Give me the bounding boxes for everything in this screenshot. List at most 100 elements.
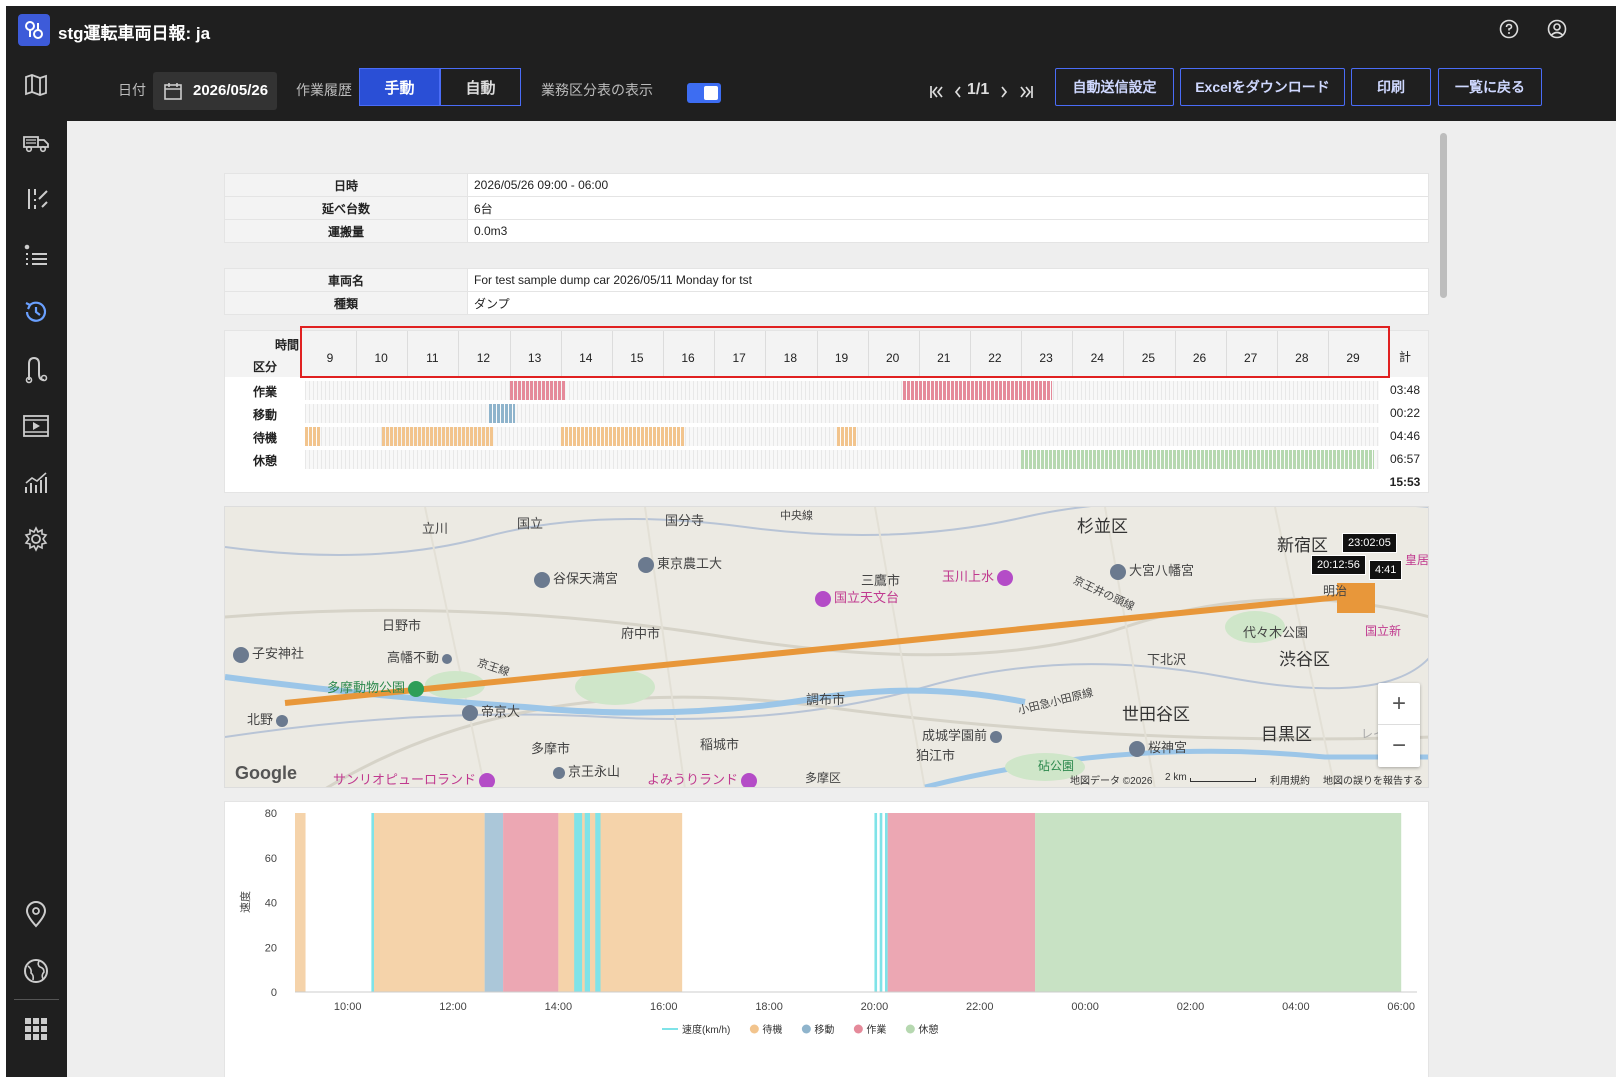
table-row: 日時 2026/05/26 09:00 - 06:00 <box>224 173 1429 197</box>
poi-icon <box>276 714 289 727</box>
x-tick-label: 02:00 <box>1177 1001 1205 1013</box>
x-tick-label: 16:00 <box>650 1001 678 1013</box>
map-label: 稲城市 <box>700 737 740 752</box>
back-to-list-button[interactable]: 一覧に戻る <box>1438 68 1542 106</box>
calendar-icon <box>164 83 182 100</box>
map-poi: 多摩動物公園 <box>327 677 427 697</box>
poi-label: 子安神社 <box>252 646 305 661</box>
timeline-row-label: 休憩 <box>253 454 278 468</box>
poi-icon <box>741 772 758 787</box>
table-row: 車両名 For test sample dump car 2026/05/11 M… <box>224 268 1429 292</box>
map-poi: 国立天文台 <box>815 587 899 607</box>
timeline-grand-total: 15:53 <box>1389 475 1421 489</box>
video-icon[interactable] <box>20 410 52 442</box>
map-label: 国立新 <box>1365 624 1402 638</box>
speed-spike <box>884 813 888 992</box>
timeline-row-label: 移動 <box>253 408 278 422</box>
map-poi: 成城学園前 <box>922 725 1005 744</box>
history-icon[interactable] <box>20 296 52 328</box>
poi-label: 玉川上水 <box>942 569 995 584</box>
poi-label: 成城学園前 <box>922 728 988 743</box>
user-account-icon[interactable] <box>1546 18 1568 40</box>
y-tick-label: 60 <box>265 853 277 865</box>
y-tick-label: 80 <box>265 808 277 820</box>
mode-manual-button[interactable]: 手動 <box>359 68 440 106</box>
date-label: 日付 <box>118 82 146 98</box>
map-label: 代々木公園 <box>1243 625 1309 640</box>
route-icon[interactable] <box>20 353 52 385</box>
poi-icon <box>479 772 496 787</box>
timeline-span <box>509 381 566 400</box>
map-icon[interactable] <box>20 69 52 101</box>
vehicle-key: 車両名 <box>224 268 468 292</box>
sort-icon[interactable] <box>20 183 52 215</box>
map-poi: 北野 <box>247 709 291 728</box>
legend-dot-marker <box>749 1024 759 1034</box>
map-time-tooltip: 4:41 <box>1369 560 1403 580</box>
vehicle-table: 車両名 For test sample dump car 2026/05/11 M… <box>224 268 1429 315</box>
category-display-label: 業務区分表の表示 <box>541 82 653 98</box>
legend-dot-marker <box>905 1024 915 1034</box>
prev-page-icon[interactable] <box>953 85 963 99</box>
last-page-icon[interactable] <box>1018 85 1034 99</box>
poi-icon <box>1110 563 1126 580</box>
help-icon[interactable] <box>1498 18 1520 40</box>
x-tick-label: 06:00 <box>1387 1001 1415 1013</box>
timeline-row-track <box>305 404 1380 423</box>
timeline-span <box>903 381 1052 400</box>
map-label: 日野市 <box>382 618 422 633</box>
timeline-row-label: 作業 <box>253 385 278 399</box>
toggle-knob <box>704 86 718 100</box>
scrollbar-thumb[interactable] <box>1440 133 1447 298</box>
date-picker[interactable]: 2026/05/26 <box>153 72 277 110</box>
apps-grid-icon[interactable] <box>20 1013 52 1045</box>
print-button[interactable]: 印刷 <box>1351 68 1431 106</box>
globe-icon[interactable] <box>20 955 52 987</box>
map-terms-link[interactable]: 利用規約 <box>1270 772 1310 787</box>
mode-auto-button[interactable]: 自動 <box>440 68 521 106</box>
analytics-icon[interactable] <box>20 467 52 499</box>
app-window: stg運転車両日報: ja 日付 2026/05/26 作業履歴 手動 自動 業… <box>6 6 1616 1077</box>
excel-download-button[interactable]: Excelをダウンロード <box>1180 68 1345 106</box>
location-pin-icon[interactable] <box>20 898 52 930</box>
poi-label: 帝京大 <box>481 704 521 719</box>
title-bar: stg運転車両日報: ja <box>6 6 1616 53</box>
x-tick-label: 04:00 <box>1282 1001 1310 1013</box>
map-scale-label: 2 km <box>1165 772 1187 783</box>
speed-chart: 0 20 40 60 80 速度 10:00 12:00 14:00 16:00 18:00 20:0… <box>224 801 1429 1077</box>
map-time-tooltip: 20:12:56 <box>1311 555 1366 575</box>
summary-value: 2026/05/26 09:00 - 06:00 <box>467 173 1429 197</box>
first-page-icon[interactable] <box>929 85 945 99</box>
auto-send-settings-button[interactable]: 自動送信設定 <box>1055 68 1174 106</box>
gear-icon[interactable] <box>20 523 52 555</box>
legend-label: 作業 <box>866 1023 886 1036</box>
zoom-in-button[interactable]: + <box>1378 683 1420 725</box>
next-page-icon[interactable] <box>999 85 1009 99</box>
chart-band <box>887 813 1036 992</box>
map-scale-bar <box>1190 778 1256 782</box>
timeline-span <box>381 427 495 446</box>
truck-icon[interactable] <box>20 126 52 158</box>
summary-value: 0.0m3 <box>467 219 1429 243</box>
vehicle-key: 種類 <box>224 291 468 315</box>
poi-label: 大宮八幡宮 <box>1129 563 1195 578</box>
map-label: 新宿区 <box>1277 536 1328 555</box>
map-report-link[interactable]: 地図の誤りを報告する <box>1323 772 1423 787</box>
map-label: 皇居 <box>1405 553 1429 567</box>
timeline-total-header: 計 <box>1398 350 1411 364</box>
list-icon[interactable] <box>20 240 52 272</box>
category-display-toggle[interactable] <box>687 83 721 103</box>
map-poi: サンリオピューロランド <box>333 769 498 787</box>
app-title: stg運転車両日報: ja <box>58 24 211 43</box>
app-logo-icon[interactable] <box>18 14 50 46</box>
poi-label: 北野 <box>247 712 274 727</box>
zoom-out-button[interactable]: − <box>1378 725 1420 767</box>
route-map[interactable]: 杉並区 新宿区 渋谷区 世田谷区 目黒区 三鷹市 調布市 府中市 日野市 多摩市… <box>224 506 1429 788</box>
map-poi: 東京農工大 <box>638 553 722 573</box>
x-tick-label: 10:00 <box>334 1001 362 1013</box>
map-label: 下北沢 <box>1147 652 1187 667</box>
poi-icon <box>553 766 565 779</box>
timeline-span <box>1021 450 1375 469</box>
x-tick-label: 00:00 <box>1071 1001 1099 1013</box>
timeline-row-label: 待機 <box>253 431 278 445</box>
